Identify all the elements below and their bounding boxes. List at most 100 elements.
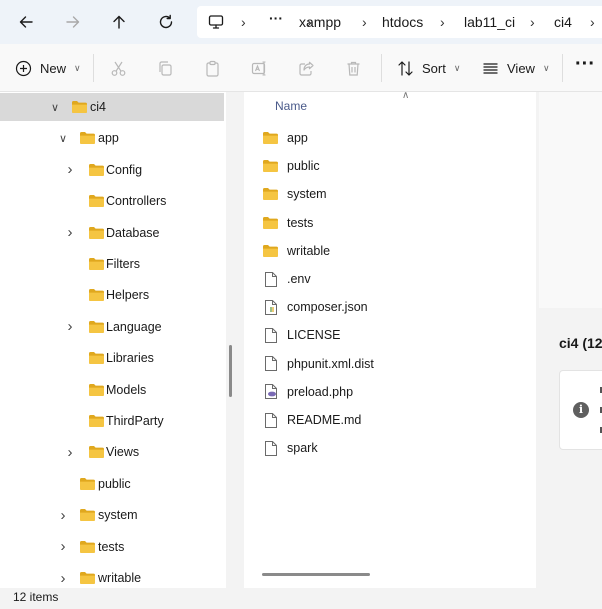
nav-tree-item[interactable]: Controllers xyxy=(0,187,224,215)
folder-icon xyxy=(89,258,104,270)
folder-icon xyxy=(89,415,104,427)
file-list-item[interactable]: phpunit.xml.dist xyxy=(262,352,374,376)
nav-tree-item[interactable]: › Database xyxy=(0,219,224,247)
up-button[interactable] xyxy=(106,9,132,35)
folder-icon xyxy=(80,477,95,490)
folder-icon xyxy=(89,352,104,365)
folder-icon xyxy=(72,101,87,113)
nav-tree-item[interactable]: › system xyxy=(0,501,224,529)
sort-ascending-icon: ∧ xyxy=(402,90,410,101)
file-list[interactable]: Name ∧ app public system tests writable .env c… xyxy=(244,90,536,588)
delete-button[interactable] xyxy=(345,55,362,81)
breadcrumb-item-xampp[interactable]: xampp xyxy=(299,14,341,30)
new-button-label: New xyxy=(40,60,67,76)
nav-tree-item[interactable]: Libraries xyxy=(0,344,224,372)
chevron-right-icon[interactable]: › xyxy=(63,224,77,241)
breadcrumb-item-lab11-ci[interactable]: lab11_ci xyxy=(464,14,515,30)
file-name: preload.php xyxy=(287,384,354,399)
cut-button[interactable] xyxy=(110,55,127,81)
file-name: LICENSE xyxy=(287,328,341,343)
new-button[interactable]: New ∨ xyxy=(15,55,81,81)
chevron-right-icon[interactable]: › xyxy=(63,444,77,461)
file-name: .env xyxy=(287,272,311,286)
chevron-right-icon[interactable]: › xyxy=(63,318,77,335)
refresh-button[interactable] xyxy=(153,9,179,35)
sort-button[interactable]: Sort ∨ xyxy=(397,55,460,81)
back-button[interactable] xyxy=(13,9,39,35)
breadcrumb-separator-icon: › xyxy=(362,14,367,30)
status-bar: 12 items xyxy=(0,588,602,609)
command-bar: New ∨ Sort ∨ View ∨ ··· xyxy=(0,44,602,92)
breadcrumb[interactable]: › ··· › xampp › htdocs › lab11_ci › ci4 … xyxy=(197,6,602,38)
nav-tree-item[interactable]: ∨ ci4 xyxy=(0,93,224,121)
view-button[interactable]: View ∨ xyxy=(482,55,550,81)
file-list-item[interactable]: LICENSE xyxy=(262,323,341,347)
file-list-item[interactable]: spark xyxy=(262,436,318,460)
file-name: README.md xyxy=(287,413,362,427)
chevron-down-icon[interactable]: ∨ xyxy=(48,101,62,114)
forward-button[interactable] xyxy=(60,9,86,35)
file-list-item[interactable]: .env xyxy=(262,267,311,291)
navigation-pane-scrollbar[interactable] xyxy=(229,345,232,397)
file-icon xyxy=(264,412,277,428)
folder-icon xyxy=(263,188,278,201)
nav-tree-label: Models xyxy=(106,382,147,397)
chevron-right-icon[interactable]: › xyxy=(63,161,77,178)
folder-icon xyxy=(263,216,278,229)
nav-tree-item[interactable]: Models xyxy=(0,376,224,404)
file-list-item[interactable]: app xyxy=(262,126,308,150)
breadcrumb-overflow[interactable]: ··· xyxy=(269,10,283,26)
folder-icon xyxy=(263,132,278,144)
folder-icon xyxy=(89,320,104,333)
file-list-item[interactable]: system xyxy=(262,182,327,206)
nav-tree-label: Controllers xyxy=(106,194,167,209)
nav-tree-item[interactable]: › Config xyxy=(0,156,224,184)
breadcrumb-item-htdocs[interactable]: htdocs xyxy=(382,14,423,30)
toolbar-divider xyxy=(562,54,563,82)
nav-tree-item[interactable]: › tests xyxy=(0,533,224,561)
chevron-down-icon[interactable]: ∨ xyxy=(56,132,70,145)
file-name: composer.json xyxy=(287,300,368,315)
breadcrumb-separator-icon: › xyxy=(590,14,595,30)
computer-icon[interactable] xyxy=(208,14,224,30)
file-list-item[interactable]: preload.php xyxy=(262,380,353,404)
file-list-item[interactable]: composer.json xyxy=(262,295,368,319)
file-list-item[interactable]: writable xyxy=(262,239,330,263)
nav-tree-item[interactable]: ThirdParty xyxy=(0,407,224,435)
column-header-name[interactable]: Name xyxy=(275,99,307,113)
paste-button[interactable] xyxy=(204,55,221,81)
nav-tree-item[interactable]: Filters xyxy=(0,250,224,278)
folder-icon xyxy=(89,446,104,459)
nav-tree-label: Database xyxy=(106,225,160,240)
up-arrow-icon xyxy=(113,15,125,29)
more-options-button[interactable]: ··· xyxy=(575,51,595,77)
navigation-pane[interactable]: ∨ ci4 ∨ app › Config Controllers › Database Filte… xyxy=(0,92,226,588)
nav-tree-item[interactable]: Helpers xyxy=(0,281,224,309)
file-list-scrollbar[interactable] xyxy=(262,573,370,576)
chevron-down-icon: ∨ xyxy=(74,62,81,73)
pane-splitter[interactable] xyxy=(226,92,244,588)
nav-tree-label: Language xyxy=(106,319,162,334)
chevron-right-icon[interactable]: › xyxy=(56,538,70,555)
json-file-icon xyxy=(264,299,277,315)
nav-tree-label: Helpers xyxy=(106,288,150,303)
nav-tree-item[interactable]: › Views xyxy=(0,438,224,466)
chevron-right-icon[interactable]: › xyxy=(56,507,70,524)
share-button[interactable] xyxy=(298,55,315,81)
breadcrumb-item-ci4[interactable]: ci4 xyxy=(554,14,572,30)
nav-tree-item[interactable]: › Language xyxy=(0,313,224,341)
scissors-icon xyxy=(111,61,126,76)
file-list-item[interactable]: public xyxy=(262,154,320,178)
copy-button[interactable] xyxy=(157,55,174,81)
copy-icon xyxy=(159,60,172,76)
file-list-item[interactable]: tests xyxy=(262,211,313,235)
nav-tree-item[interactable]: ∨ app xyxy=(0,124,224,152)
nav-tree-label: Views xyxy=(106,445,140,460)
nav-tree-item[interactable]: public xyxy=(0,470,224,498)
chevron-right-icon[interactable]: › xyxy=(56,570,70,587)
file-list-item[interactable]: README.md xyxy=(262,408,361,432)
rename-button[interactable] xyxy=(251,55,268,81)
breadcrumb-separator-icon: › xyxy=(241,14,246,30)
file-name: tests xyxy=(287,215,314,230)
nav-tree-label: writable xyxy=(98,571,142,585)
